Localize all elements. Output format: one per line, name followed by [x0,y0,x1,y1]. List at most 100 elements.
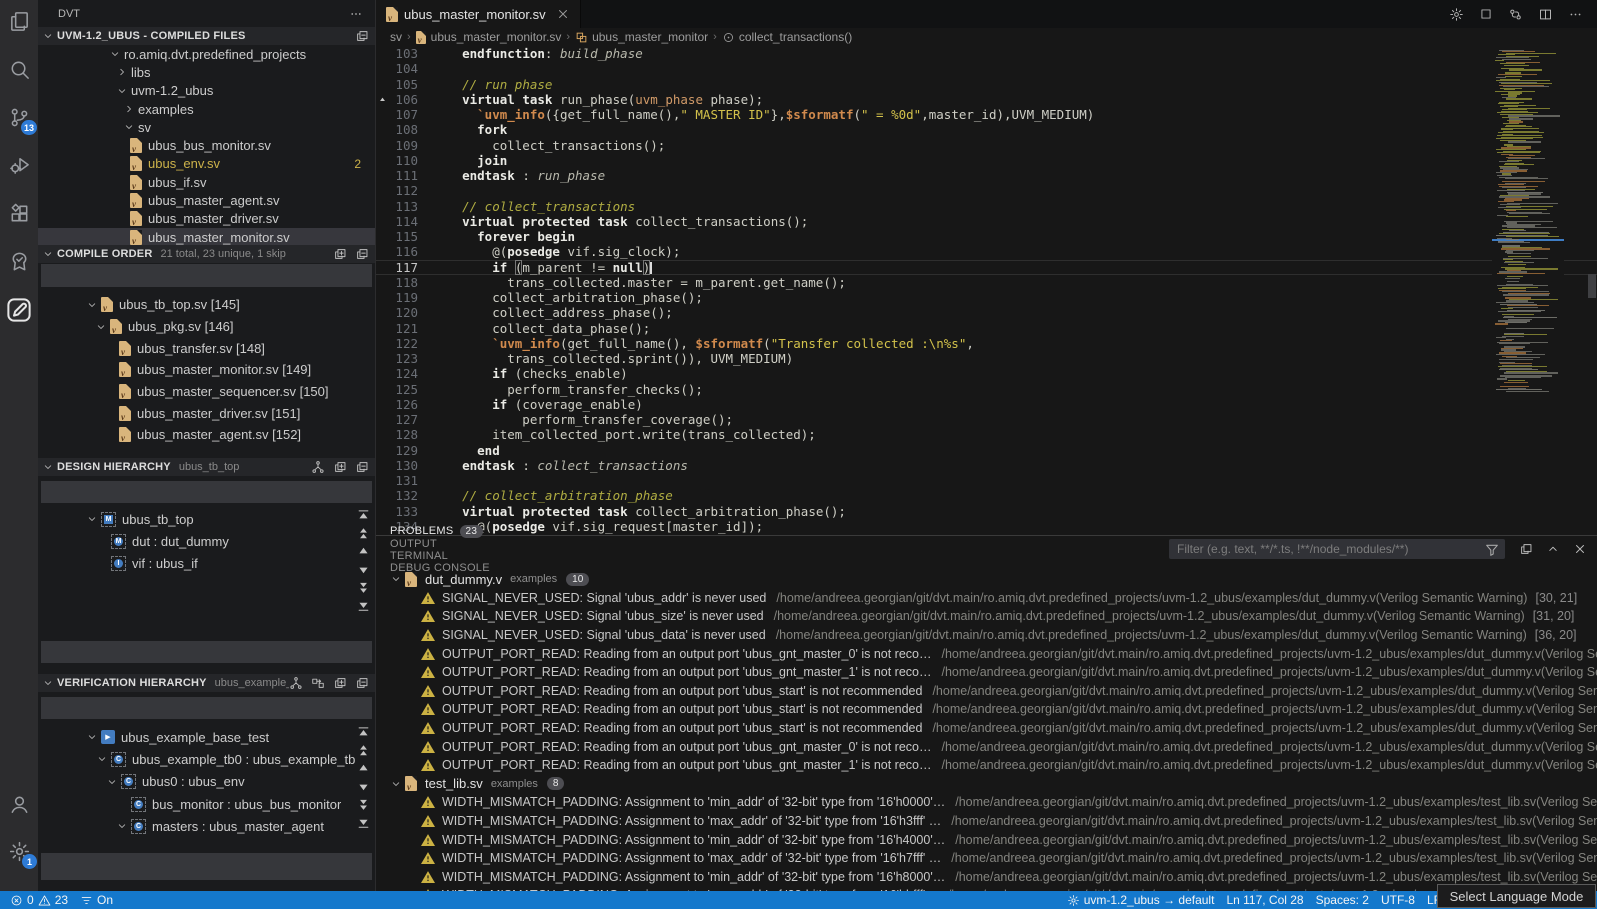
status-dvt-build-config[interactable]: uvm-1.2_ubus → default [1061,893,1221,907]
breadcrumb-item[interactable]: sv [390,30,402,44]
code-line[interactable]: 108 fork [376,122,1597,137]
tree-item[interactable]: ro.amiq.dvt.predefined_projects [38,45,375,63]
activity-item-debug[interactable] [5,152,33,179]
section-verification-hierarchy-header[interactable]: VERIFICATION HIERARCHY ubus_example_base… [38,674,375,692]
problem-item[interactable]: WIDTH_MISMATCH_PADDING: Assignment to 'm… [376,830,1597,849]
problem-file-group[interactable]: dut_dummy.vexamples10 [376,570,1597,589]
gotobottom-button[interactable] [356,815,371,830]
code-line[interactable]: 118 trans_collected.master = m_parent.ge… [376,275,1597,290]
code-line[interactable]: 104 [376,61,1597,76]
code-line[interactable]: 128 item_collected_port.write(trans_coll… [376,427,1597,442]
gototop-button[interactable] [356,508,371,523]
code-line[interactable]: 113 // collect_transactions [376,199,1597,214]
problem-item[interactable]: OUTPUT_PORT_READ: Reading from an output… [376,756,1597,775]
dbldown-button[interactable] [356,580,371,595]
code-line[interactable]: 133 virtual protected task collect_arbit… [376,504,1597,519]
status-indentation[interactable]: Spaces: 2 [1310,893,1375,907]
tree-item[interactable]: ubus_transfer.sv [148] [38,337,375,359]
section-compiled-files-header[interactable]: UVM-1.2_UBUS - COMPILED FILES [38,27,375,45]
code-editor[interactable]: 103 endfunction: build_phase104105 // ru… [376,46,1597,535]
status-cursor-position[interactable]: Ln 117, Col 28 [1220,893,1309,907]
code-line[interactable]: 103 endfunction: build_phase [376,46,1597,61]
collapse-all-icon[interactable] [355,247,369,261]
tree-item[interactable]: ubus_if.sv [38,173,375,191]
collapse-all-icon[interactable] [355,460,369,474]
panel-tab-output[interactable]: OUTPUT [390,538,490,550]
problem-item[interactable]: WIDTH_MISMATCH_PADDING: Assignment to 'm… [376,849,1597,868]
tree-item[interactable]: ubus_master_monitor.sv [149] [38,359,375,381]
design-hierarchy-bottom-box[interactable] [41,641,372,663]
activity-item-gear[interactable]: 1 [5,838,33,865]
problem-item[interactable]: OUTPUT_PORT_READ: Reading from an output… [376,737,1597,756]
editor-scrollbar[interactable] [1588,274,1596,298]
problem-item[interactable]: SIGNAL_NEVER_USED: Signal 'ubus_size' is… [376,607,1597,626]
dblup-button[interactable] [356,526,371,541]
tree-item[interactable]: ubus_bus_monitor.sv [38,136,375,154]
problem-item[interactable]: OUTPUT_PORT_READ: Reading from an output… [376,719,1597,738]
problem-item[interactable]: OUTPUT_PORT_READ: Reading from an output… [376,644,1597,663]
problem-item[interactable]: OUTPUT_PORT_READ: Reading from an output… [376,682,1597,701]
tree-item[interactable]: Cbus_monitor : ubus_bus_monitor [38,793,375,815]
tree-item[interactable]: ubus_master_driver.sv [151] [38,402,375,424]
code-line[interactable]: 124 if (checks_enable) [376,366,1597,381]
code-line[interactable]: 129 end [376,443,1597,458]
code-line[interactable]: 121 collect_data_phase(); [376,321,1597,336]
status-encoding[interactable]: UTF-8 [1375,893,1421,907]
gear-icon[interactable] [1449,7,1464,22]
tree-item[interactable]: ubus_pkg.sv [146] [38,316,375,338]
tree-item[interactable]: Mdut : dut_dummy [38,530,375,552]
close-panel-icon[interactable] [1573,542,1587,556]
activity-item-files[interactable] [5,8,33,35]
tab-ubus-master-monitor[interactable]: ubus_master_monitor.sv [376,0,581,28]
code-line[interactable]: 132 // collect_arbitration_phase [376,488,1597,503]
hierarchy-icon[interactable] [289,676,303,690]
status-filter-toggle[interactable]: On [74,893,119,907]
code-line[interactable]: 115 forever begin [376,229,1597,244]
tree-item[interactable]: ubus_master_driver.sv [38,210,375,228]
problem-item[interactable]: WIDTH_MISMATCH_PADDING: Assignment to 'm… [376,812,1597,831]
code-line[interactable]: 112 [376,183,1597,198]
minimap[interactable] [1492,46,1564,535]
verification-hierarchy-filter-box[interactable] [41,697,372,719]
tree-item[interactable]: ubus_master_sequencer.sv [150] [38,381,375,403]
hierarchy-icon[interactable] [311,460,325,474]
activity-item-dvt[interactable] [5,296,33,323]
dbldown-button[interactable] [356,797,371,812]
close-icon[interactable] [556,7,570,21]
filter-funnel-icon[interactable] [1484,542,1500,558]
maximize-panel-icon[interactable] [1546,542,1560,556]
up-button[interactable] [356,544,371,559]
tree-item[interactable]: ubus_master_agent.sv [152] [38,424,375,446]
tree-item[interactable]: ubus_env.sv2 [38,155,375,173]
code-line[interactable]: 105 // run phase [376,77,1597,92]
problem-item[interactable]: OUTPUT_PORT_READ: Reading from an output… [376,700,1597,719]
breadcrumb-item[interactable]: collect_transactions() [722,30,852,44]
tree-item[interactable]: Cubus0 : ubus_env [38,771,375,793]
expand-all-icon[interactable] [333,676,347,690]
tree-item[interactable]: Ivif : ubus_if [38,552,375,574]
expand-all-icon[interactable] [333,247,347,261]
square-icon[interactable] [1479,7,1493,21]
tree-item[interactable]: ubus_tb_top.sv [145] [38,294,375,316]
code-line[interactable]: 131 [376,473,1597,488]
problem-item[interactable]: WIDTH_MISMATCH_PADDING: Assignment to 'm… [376,793,1597,812]
down-button[interactable] [356,779,371,794]
code-line[interactable]: 130 endtask : collect_transactions [376,458,1597,473]
problem-file-group[interactable]: test_lib.svexamples8 [376,775,1597,794]
status-problems-summary[interactable]: 023 [4,893,74,907]
code-line[interactable]: 107 `uvm_info({get_full_name()," MASTER … [376,107,1597,122]
tree-item[interactable]: libs [38,63,375,81]
code-line[interactable]: 122 `uvm_info(get_full_name(), $sformatf… [376,336,1597,351]
split-editor-icon[interactable] [1538,7,1553,22]
gototop-button[interactable] [356,725,371,740]
code-line[interactable]: 125 perform_transfer_checks(); [376,382,1597,397]
section-compile-order-header[interactable]: COMPILE ORDER 21 total, 23 unique, 1 ski… [38,245,375,263]
problem-item[interactable]: SIGNAL_NEVER_USED: Signal 'ubus_addr' is… [376,589,1597,608]
tree-item[interactable]: sv [38,118,375,136]
section-design-hierarchy-header[interactable]: DESIGN HIERARCHY ubus_tb_top [38,458,375,476]
link-b-icon[interactable] [311,676,325,690]
code-line[interactable]: 127 perform_transfer_coverage(); [376,412,1597,427]
activity-item-account[interactable] [5,791,33,818]
more-actions-icon[interactable] [349,7,363,21]
collapse-all-icon[interactable] [355,676,369,690]
